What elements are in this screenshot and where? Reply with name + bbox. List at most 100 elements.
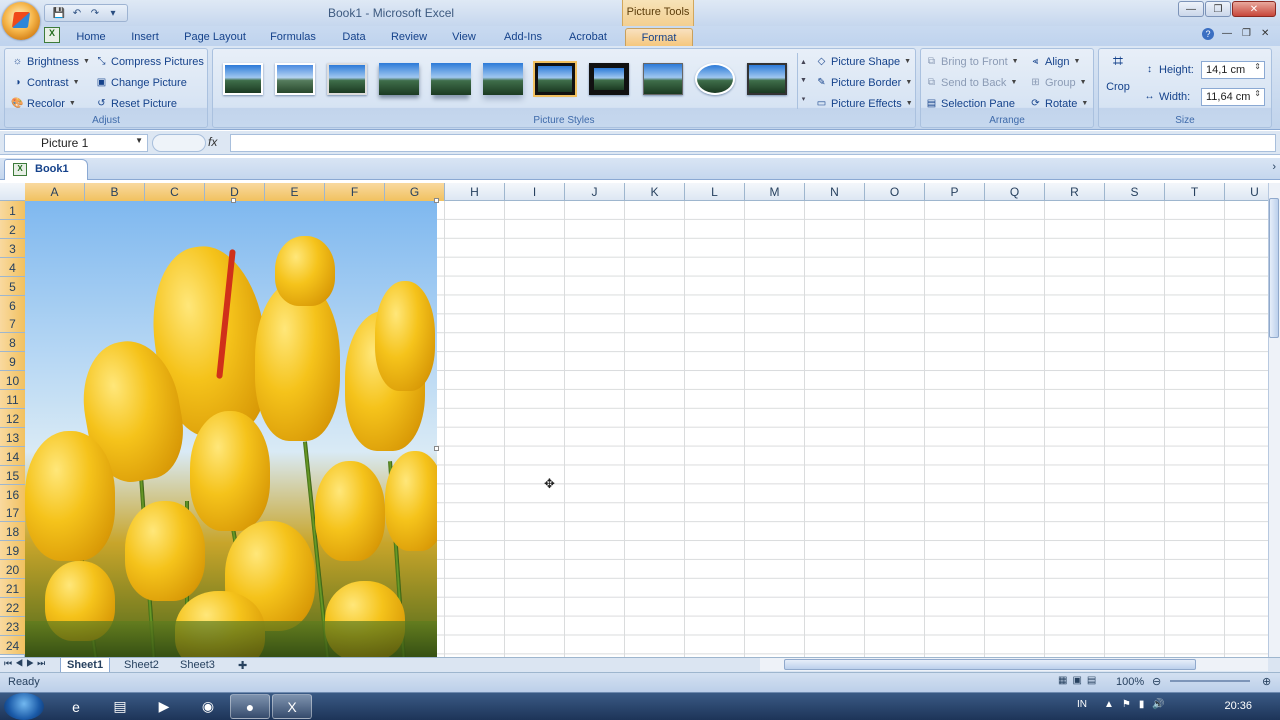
gallery-scroll[interactable]: ▲ ▼ ▾ bbox=[797, 53, 809, 109]
style-thumbnail[interactable] bbox=[327, 63, 367, 95]
row-header[interactable]: 22 bbox=[0, 597, 25, 617]
close-button[interactable]: ✕ bbox=[1232, 1, 1276, 17]
style-thumbnail[interactable] bbox=[695, 63, 735, 95]
row-header[interactable]: 15 bbox=[0, 465, 25, 485]
language-indicator[interactable]: IN bbox=[1077, 699, 1087, 710]
tab-page-layout[interactable]: Page Layout bbox=[182, 28, 248, 46]
picture-shape-button[interactable]: ◇ Picture Shape ▼ bbox=[815, 55, 911, 68]
style-thumbnail[interactable] bbox=[483, 63, 523, 95]
contrast-button[interactable]: ◑ Contrast ▼ bbox=[11, 76, 79, 89]
row-header[interactable]: 3 bbox=[0, 238, 25, 258]
group-button[interactable]: ⊞ Group ▼ bbox=[1029, 76, 1086, 89]
send-to-back-button[interactable]: ⧉ Send to Back ▼ bbox=[925, 76, 1017, 89]
column-header[interactable]: P bbox=[925, 183, 985, 201]
column-header[interactable]: L bbox=[685, 183, 745, 201]
style-thumbnail[interactable] bbox=[643, 63, 683, 95]
style-thumbnail[interactable] bbox=[589, 63, 629, 95]
column-header[interactable]: R bbox=[1045, 183, 1105, 201]
column-header[interactable]: E bbox=[265, 183, 325, 201]
style-thumbnail[interactable] bbox=[379, 63, 419, 95]
column-header[interactable]: N bbox=[805, 183, 865, 201]
crop-button[interactable]: ⌗ Crop bbox=[1105, 52, 1131, 93]
column-header[interactable]: S bbox=[1105, 183, 1165, 201]
height-stepper-icon[interactable]: ⇕ bbox=[1254, 62, 1261, 71]
row-header[interactable]: 21 bbox=[0, 579, 25, 598]
row-header[interactable]: 19 bbox=[0, 541, 25, 561]
row-header[interactable]: 8 bbox=[0, 333, 25, 353]
redo-icon[interactable]: ↷ bbox=[87, 6, 103, 20]
column-header[interactable]: T bbox=[1165, 183, 1225, 201]
gallery-more-icon[interactable]: ▾ bbox=[802, 95, 806, 103]
row-header[interactable]: 16 bbox=[0, 484, 25, 504]
column-header[interactable]: Q bbox=[985, 183, 1045, 201]
sheet-tab-sheet3[interactable]: Sheet3 bbox=[174, 658, 221, 673]
column-header[interactable]: O bbox=[865, 183, 925, 201]
rotate-button[interactable]: ⟳ Rotate ▼ bbox=[1029, 97, 1088, 110]
column-header[interactable]: J bbox=[565, 183, 625, 201]
tray-icons[interactable]: ▲⚑▮🔊 bbox=[1104, 699, 1173, 710]
row-header[interactable]: 7 bbox=[0, 314, 25, 334]
row-header[interactable]: 1 bbox=[0, 201, 25, 220]
excel-taskbar-icon[interactable]: X bbox=[272, 694, 312, 719]
row-header[interactable]: 23 bbox=[0, 616, 25, 636]
style-thumbnail[interactable] bbox=[275, 63, 315, 95]
column-header[interactable]: C bbox=[145, 183, 205, 201]
clock[interactable]: 20:36 bbox=[1224, 700, 1252, 712]
zoom-in-icon[interactable]: ⊕ bbox=[1262, 675, 1271, 688]
resize-handle[interactable] bbox=[434, 198, 439, 203]
customize-qat-icon[interactable]: ▾ bbox=[105, 6, 121, 20]
gallery-down-icon[interactable]: ▼ bbox=[800, 77, 807, 84]
workbook-tab[interactable]: X Book1 bbox=[4, 159, 88, 180]
row-header[interactable]: 17 bbox=[0, 503, 25, 523]
height-input[interactable]: 14,1 cm ⇕ bbox=[1201, 61, 1265, 79]
style-thumbnail[interactable] bbox=[431, 63, 471, 95]
gallery-up-icon[interactable]: ▲ bbox=[800, 59, 807, 66]
style-thumbnail-selected[interactable] bbox=[533, 61, 577, 97]
column-header[interactable]: I bbox=[505, 183, 565, 201]
tab-add-ins[interactable]: Add-Ins bbox=[496, 28, 550, 46]
help-icon[interactable]: ? bbox=[1202, 28, 1214, 40]
column-header[interactable]: M bbox=[745, 183, 805, 201]
zoom-out-icon[interactable]: ⊖ bbox=[1152, 675, 1161, 688]
row-header[interactable]: 2 bbox=[0, 219, 25, 239]
row-header[interactable]: 10 bbox=[0, 371, 25, 391]
tab-view[interactable]: View bbox=[446, 28, 482, 46]
align-button[interactable]: ⫷ Align ▼ bbox=[1029, 55, 1081, 68]
column-header[interactable]: A bbox=[25, 183, 85, 201]
name-box[interactable]: Picture 1 ▼ bbox=[4, 134, 148, 152]
width-stepper-icon[interactable]: ⇕ bbox=[1254, 89, 1261, 98]
minimize-button[interactable]: — bbox=[1178, 1, 1204, 17]
style-thumbnail[interactable] bbox=[223, 63, 263, 95]
workbook-close-icon[interactable]: ✕ bbox=[1261, 28, 1269, 39]
undo-icon[interactable]: ↶ bbox=[69, 6, 85, 20]
sheet-nav-icons[interactable]: ⏮◀▶⏭ bbox=[4, 658, 48, 669]
zoom-level[interactable]: 100% bbox=[1116, 676, 1144, 688]
row-header[interactable]: 14 bbox=[0, 446, 25, 466]
column-header[interactable]: B bbox=[85, 183, 145, 201]
formula-input[interactable] bbox=[230, 134, 1276, 152]
zoom-slider[interactable] bbox=[1170, 680, 1250, 682]
resize-handle[interactable] bbox=[434, 446, 439, 451]
brightness-button[interactable]: ☼ Brightness ▼ bbox=[11, 55, 90, 68]
row-header[interactable]: 13 bbox=[0, 427, 25, 447]
firefox-icon[interactable]: ◉ bbox=[188, 694, 228, 719]
column-header[interactable]: K bbox=[625, 183, 685, 201]
workbook-minimize-icon[interactable]: — bbox=[1222, 28, 1232, 39]
chrome-icon[interactable]: ● bbox=[230, 694, 270, 719]
tulip-picture[interactable] bbox=[25, 201, 437, 657]
insert-sheet-icon[interactable]: ✚ bbox=[232, 658, 253, 673]
excel-doc-icon[interactable]: X bbox=[44, 27, 60, 43]
name-box-dropdown-icon[interactable]: ▼ bbox=[135, 136, 143, 145]
tab-home[interactable]: Home bbox=[70, 28, 112, 46]
selection-pane-button[interactable]: ▤ Selection Pane bbox=[925, 97, 1015, 110]
resize-handle[interactable] bbox=[231, 198, 236, 203]
row-header[interactable]: 20 bbox=[0, 560, 25, 580]
tab-insert[interactable]: Insert bbox=[124, 28, 166, 46]
maximize-button[interactable]: ❐ bbox=[1205, 1, 1231, 17]
vertical-scroll-thumb[interactable] bbox=[1269, 198, 1279, 338]
change-picture-button[interactable]: ▣ Change Picture bbox=[95, 76, 187, 89]
width-input[interactable]: 11,64 cm ⇕ bbox=[1201, 88, 1265, 106]
row-header[interactable]: 4 bbox=[0, 257, 25, 277]
media-player-icon[interactable]: ▶ bbox=[144, 694, 184, 719]
tab-data[interactable]: Data bbox=[336, 28, 372, 46]
